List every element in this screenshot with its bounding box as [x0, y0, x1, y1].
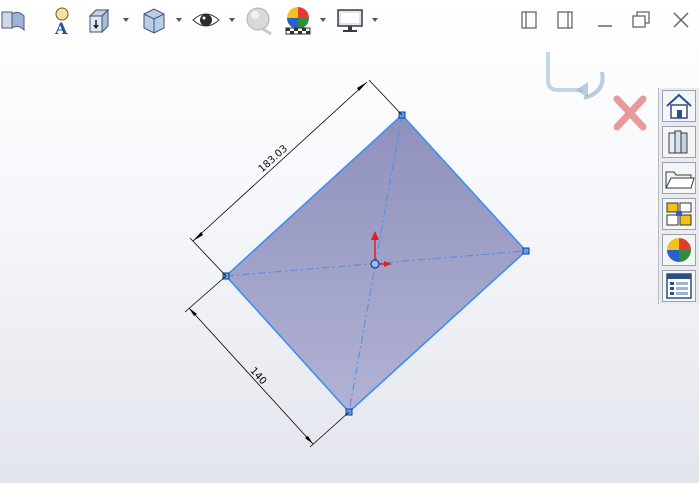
viewport-window-controls: [509, 0, 699, 42]
design-library-icon[interactable]: [662, 126, 696, 158]
minimize-icon[interactable]: [593, 8, 617, 32]
cancel-sketch-icon[interactable]: [613, 95, 647, 131]
tile-right-icon[interactable]: [553, 8, 577, 32]
view-settings-icon[interactable]: [334, 4, 366, 36]
chevron-down-icon[interactable]: [228, 16, 236, 24]
appearances-icon[interactable]: [662, 234, 696, 266]
sketch-point[interactable]: [522, 247, 530, 255]
view-palette-icon[interactable]: [662, 198, 696, 230]
heads-up-view-toolbar: A: [0, 0, 400, 42]
view-orientation-icon[interactable]: [84, 4, 116, 36]
graphics-viewport[interactable]: 183.03 140: [0, 0, 699, 483]
task-pane: [658, 88, 699, 304]
section-view-icon[interactable]: [0, 4, 30, 36]
chevron-down-icon[interactable]: [122, 16, 130, 24]
restore-icon[interactable]: [629, 8, 653, 32]
annotation-icon[interactable]: A: [46, 4, 78, 38]
close-icon[interactable]: [669, 8, 693, 32]
chevron-down-icon[interactable]: [371, 16, 379, 24]
chevron-down-icon[interactable]: [175, 16, 183, 24]
display-style-icon[interactable]: [138, 4, 170, 36]
custom-properties-icon[interactable]: [662, 270, 696, 302]
exit-sketch-icon[interactable]: [546, 52, 605, 100]
svg-text:A: A: [54, 19, 68, 36]
file-explorer-icon[interactable]: [662, 162, 696, 194]
apply-scene-icon[interactable]: [282, 4, 314, 36]
edit-appearance-icon[interactable]: [243, 4, 275, 36]
hide-show-icon[interactable]: [190, 4, 222, 36]
home-icon[interactable]: [662, 90, 696, 122]
tile-left-icon[interactable]: [517, 8, 541, 32]
dimension-long-label[interactable]: 183.03: [257, 143, 290, 175]
dimension-short-label[interactable]: 140: [247, 366, 268, 388]
chevron-down-icon[interactable]: [319, 16, 327, 24]
